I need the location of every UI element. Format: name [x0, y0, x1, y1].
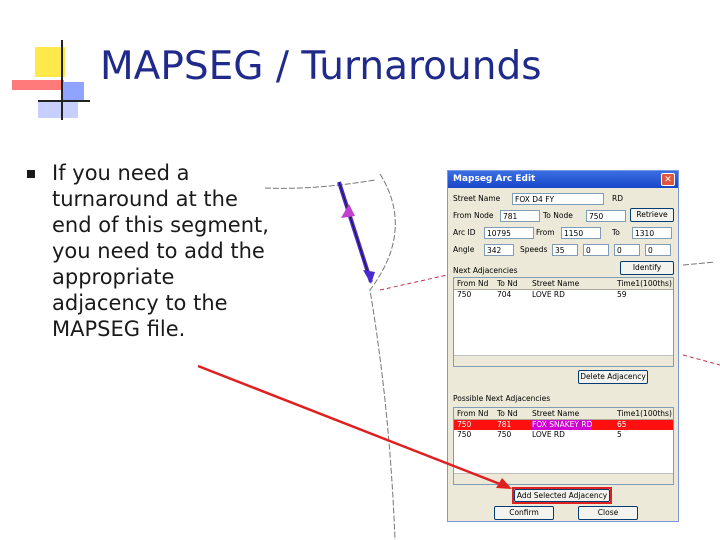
segment-direction-arrow	[341, 204, 355, 218]
to-node-label: To Node	[543, 211, 573, 220]
column-header[interactable]: Time1(100ths)	[617, 408, 672, 419]
from-field[interactable]: 1150	[561, 227, 601, 239]
column-header[interactable]: From Nd	[457, 408, 488, 419]
map-road-line	[369, 173, 396, 540]
street-name-label: Street Name	[453, 194, 501, 203]
arc-id-label: Arc ID	[453, 228, 476, 237]
column-header[interactable]: Street Name	[532, 408, 579, 419]
speed-field-4[interactable]: 0	[645, 244, 671, 256]
list-item[interactable]: 750 750 LOVE RD 5	[454, 430, 673, 440]
to-label: To	[612, 228, 620, 237]
to-field[interactable]: 1310	[632, 227, 672, 239]
column-header[interactable]: From Nd	[457, 278, 488, 289]
from-node-label: From Node	[453, 211, 494, 220]
speed-field-3[interactable]: 0	[614, 244, 640, 256]
list-item-selected[interactable]: 750 781 FOX SNAKEY RD 65	[454, 420, 673, 430]
title-decoration	[0, 0, 100, 130]
map-road-line	[379, 274, 448, 291]
next-adjacencies-label: Next Adjacencies	[453, 266, 518, 275]
column-header[interactable]: To Nd	[497, 278, 518, 289]
column-header[interactable]: Time1(100ths)	[617, 278, 672, 289]
horizontal-scrollbar[interactable]	[454, 473, 673, 484]
possible-adjacencies-list[interactable]: From Nd To Nd Street Name Time1(100ths) …	[453, 407, 674, 485]
map-road-line	[682, 354, 720, 366]
arc-id-field[interactable]: 10795	[484, 227, 534, 239]
angle-label: Angle	[453, 245, 475, 254]
confirm-button[interactable]: Confirm	[494, 506, 554, 520]
delete-adjacency-button[interactable]: Delete Adjacency	[578, 370, 648, 384]
list-header: From Nd To Nd Street Name Time1(100ths)	[454, 278, 673, 290]
add-selected-adjacency-button[interactable]: Add Selected Adjacency	[514, 489, 610, 502]
list-header: From Nd To Nd Street Name Time1(100ths)	[454, 408, 673, 420]
speed-field-2[interactable]: 0	[583, 244, 609, 256]
speeds-label: Speeds	[520, 245, 548, 254]
map-road-line	[682, 261, 716, 266]
close-button[interactable]: Close	[578, 506, 638, 520]
selected-segment-core	[338, 181, 372, 283]
from-label: From	[536, 228, 555, 237]
bullet-text: If you need a turnaround at the end of t…	[52, 161, 269, 341]
speed-field-1[interactable]: 35	[552, 244, 578, 256]
angle-field[interactable]: 342	[484, 244, 514, 256]
street-suffix: RD	[612, 194, 623, 203]
list-item[interactable]: 750 704 LOVE RD 59	[454, 290, 673, 300]
horizontal-scrollbar[interactable]	[454, 355, 673, 366]
from-node-field[interactable]: 781	[500, 210, 540, 222]
retrieve-button[interactable]: Retrieve	[630, 208, 674, 222]
dialog-titlebar: Mapseg Arc Edit	[448, 171, 678, 188]
street-name-field[interactable]: FOX D4 FY	[512, 193, 604, 205]
column-header[interactable]: To Nd	[497, 408, 518, 419]
identify-button[interactable]: Identify	[620, 261, 674, 275]
page-title: MAPSEG / Turnarounds	[100, 44, 542, 89]
column-header[interactable]: Street Name	[532, 278, 579, 289]
next-adjacencies-list[interactable]: From Nd To Nd Street Name Time1(100ths) …	[453, 277, 674, 367]
to-node-field[interactable]: 750	[586, 210, 626, 222]
map-road-line	[264, 179, 376, 189]
close-icon[interactable]: ✕	[661, 173, 675, 186]
mapseg-arc-edit-dialog: Mapseg Arc Edit ✕ Street Name FOX D4 FY …	[447, 170, 679, 522]
possible-adjacencies-label: Possible Next Adjacencies	[453, 394, 551, 403]
bullet-icon	[27, 170, 35, 178]
